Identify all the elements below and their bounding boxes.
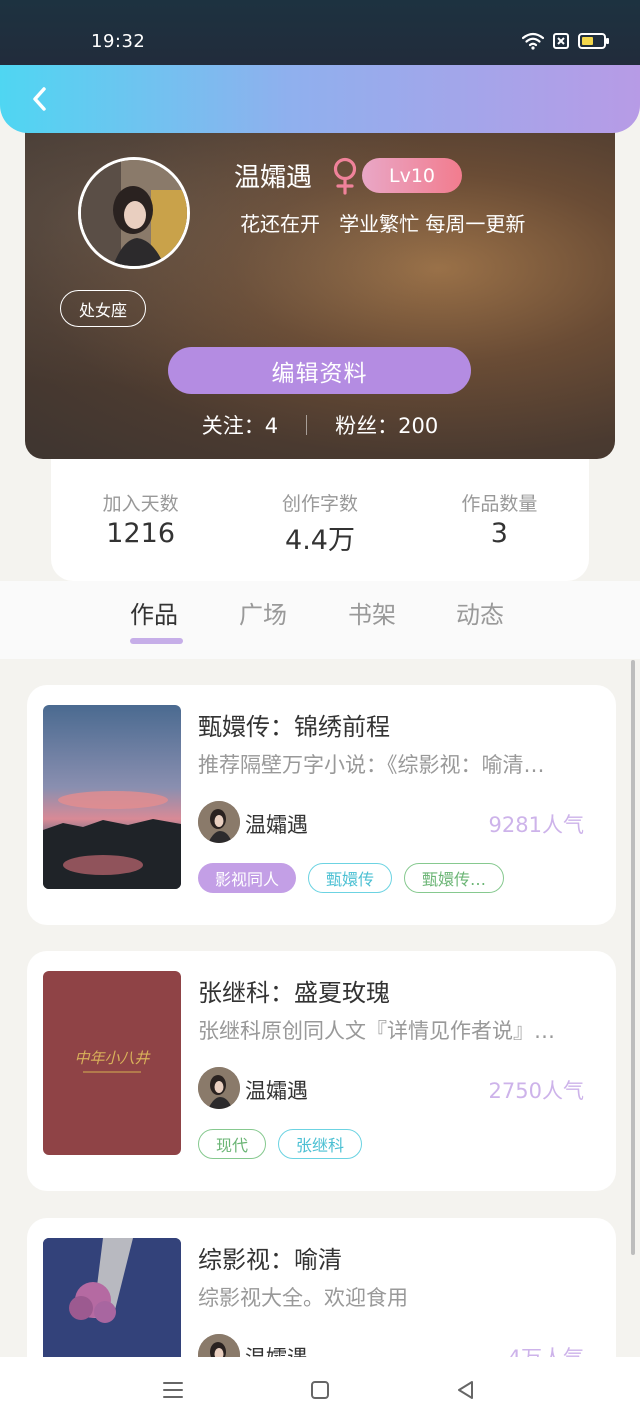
book-title: 综影视：喻清: [198, 1246, 342, 1274]
stat-word-count: 创作字数 4.4万: [230, 455, 409, 581]
menu-icon: [163, 1382, 183, 1398]
cover-text: 中年小八井: [74, 1049, 150, 1067]
menu-button[interactable]: [158, 1375, 188, 1405]
tag[interactable]: 甄嬛传: [308, 863, 393, 893]
book-cover: 中年小八井: [43, 971, 181, 1155]
list-item[interactable]: 综影视：喻清 综影视大全。欢迎食用 温孀遇 4万人气: [27, 1218, 616, 1357]
nav-bar: [0, 65, 640, 133]
author-name: 温孀遇: [245, 1079, 308, 1103]
stat-label: 创作字数: [281, 493, 358, 515]
sim-off-icon: [553, 33, 569, 49]
fans-count: 200: [398, 414, 439, 438]
profile-header: 温孀遇 Lv10 花还在开 学业繁忙 每周一更新 处女座 编辑资料 关注：4 粉…: [25, 112, 615, 459]
follow-stats: 关注：4 粉丝：200: [25, 410, 615, 440]
book-tags: 影视同人 甄嬛传 甄嬛传…: [198, 863, 505, 893]
book-description: 综影视大全。欢迎食用: [198, 1286, 408, 1310]
back-button[interactable]: [20, 79, 60, 119]
list-item[interactable]: 甄嬛传：锦绣前程 推荐隔壁万字小说：《综影视：喻清… 温孀遇 9281人气 影视…: [27, 685, 616, 925]
list-item[interactable]: 中年小八井 张继科：盛夏玫瑰 张继科原创同人文『详情见作者说』… 温孀遇 275…: [27, 951, 616, 1191]
author-name: 温孀遇: [245, 813, 308, 837]
battery-icon: [578, 33, 609, 49]
book-tags: 现代 张继科: [198, 1129, 363, 1159]
scrollbar[interactable]: [631, 660, 635, 1255]
cover-subline: [83, 1071, 141, 1073]
tag[interactable]: 现代: [198, 1129, 267, 1159]
stat-label: 加入天数: [102, 493, 179, 515]
square-icon: [311, 1381, 329, 1399]
popularity: 9281人气: [488, 813, 584, 837]
female-icon: [333, 157, 357, 195]
stat-value: 3: [490, 518, 508, 549]
status-time: 19:32: [91, 31, 146, 52]
status-icons: [522, 32, 609, 50]
author-name: 温孀遇: [245, 1342, 308, 1357]
tag[interactable]: 影视同人: [198, 863, 297, 893]
stat-label: 作品数量: [461, 493, 538, 515]
book-title: 甄嬛传：锦绣前程: [198, 713, 390, 741]
stat-work-count: 作品数量 3: [410, 455, 589, 581]
tab-plaza[interactable]: 广场: [239, 595, 287, 630]
tag[interactable]: 张继科: [278, 1129, 363, 1159]
tab-works[interactable]: 作品: [130, 595, 178, 630]
edit-profile-button[interactable]: 编辑资料: [168, 347, 471, 394]
fans-label: 粉丝：: [335, 414, 399, 438]
book-description: 张继科原创同人文『详情见作者说』…: [198, 1019, 555, 1043]
author-avatar: [198, 1334, 240, 1357]
popularity: 2750人气: [488, 1079, 584, 1103]
chevron-left-icon: [33, 87, 46, 111]
book-cover: [43, 705, 181, 889]
works-list: 甄嬛传：锦绣前程 推荐隔壁万字小说：《综影视：喻清… 温孀遇 9281人气 影视…: [0, 659, 640, 1357]
divider: [306, 415, 308, 435]
triangle-back-icon: [458, 1381, 473, 1399]
stat-value: 4.4万: [285, 525, 355, 556]
book-title: 张继科：盛夏玫瑰: [198, 979, 390, 1007]
avatar[interactable]: [78, 157, 190, 269]
username: 温孀遇: [234, 163, 313, 193]
tab-bookshelf[interactable]: 书架: [348, 595, 396, 630]
system-nav-bar: [0, 1357, 640, 1422]
tab-indicator: [130, 638, 183, 644]
bio: 花还在开 学业繁忙 每周一更新: [240, 212, 526, 236]
book-description: 推荐隔壁万字小说：《综影视：喻清…: [198, 753, 545, 777]
author-avatar: [198, 801, 240, 843]
level-badge: Lv10: [362, 158, 462, 193]
stats-card: 加入天数 1216 创作字数 4.4万 作品数量 3: [51, 455, 589, 581]
tab-bar: 作品 广场 书架 动态: [0, 581, 640, 659]
tab-activity[interactable]: 动态: [456, 595, 504, 630]
following-label: 关注：: [201, 414, 265, 438]
stat-value: 1216: [106, 518, 176, 549]
popularity: 4万人气: [508, 1342, 584, 1357]
home-button[interactable]: [305, 1375, 335, 1405]
wifi-icon: [522, 32, 544, 50]
fans-link[interactable]: 粉丝：200: [335, 410, 438, 440]
author-avatar: [198, 1067, 240, 1109]
system-back-button[interactable]: [451, 1375, 481, 1405]
following-count: 4: [264, 414, 279, 438]
book-cover: [43, 1238, 181, 1357]
following-link[interactable]: 关注：4: [202, 410, 278, 440]
zodiac-tag: 处女座: [60, 290, 147, 327]
tag[interactable]: 甄嬛传…: [404, 863, 505, 893]
stat-join-days: 加入天数 1216: [51, 455, 230, 581]
